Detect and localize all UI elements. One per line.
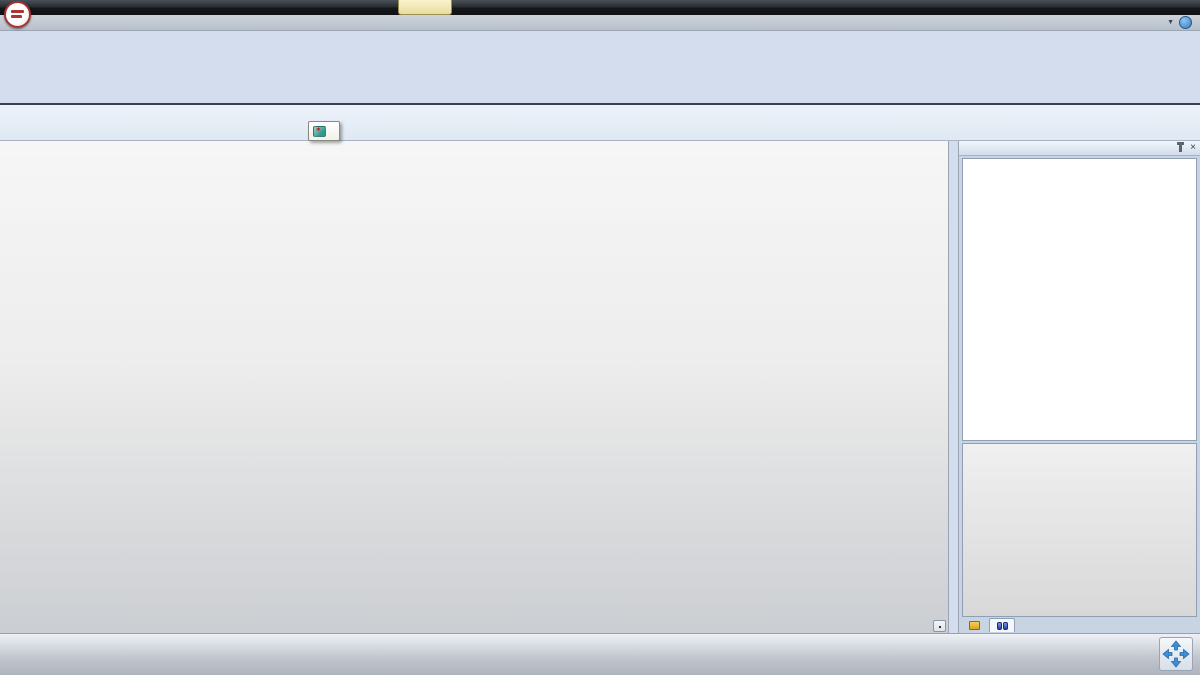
menu-right: ▼ [1162,15,1200,30]
megacad-logo-icon[interactable] [4,1,31,28]
ribbon [0,31,1200,103]
preview-tabs [959,617,1200,633]
tab-properties[interactable] [961,618,987,632]
pan-arrows-icon [1160,638,1192,670]
pin-icon[interactable] [1179,144,1182,152]
main-area: × [0,141,1200,633]
bellows-model [0,141,948,633]
binoculars-icon [997,622,1008,630]
pan-widget[interactable] [1159,637,1193,671]
menu-bar: ▼ [0,15,1200,31]
chevron-down-icon[interactable]: ▼ [1167,19,1174,26]
tooltip [308,121,340,141]
ribbon-divider [0,103,1200,105]
feature-tree [962,158,1197,441]
title-bar [0,0,1200,15]
preview-pane [962,443,1197,617]
toolbar [0,105,1200,141]
megacad-window: ▼ × [0,0,1200,675]
toolbar-row-1 [0,105,1200,123]
viewport-corner-button[interactable] [933,620,946,632]
status-bar [0,633,1200,675]
skin-leitprofilen-icon [313,126,326,137]
panel-header: × [959,141,1200,156]
help-button[interactable] [1179,16,1192,29]
toolbar-row-2 [0,123,1200,141]
config-tab[interactable] [398,0,452,15]
tab-preview[interactable] [989,618,1015,632]
folder-icon [969,621,980,630]
bearbeitungen-panel: × [958,141,1200,633]
preview-thumbnail [963,444,1187,616]
close-icon[interactable]: × [1190,143,1196,153]
3d-viewport[interactable] [0,141,949,633]
